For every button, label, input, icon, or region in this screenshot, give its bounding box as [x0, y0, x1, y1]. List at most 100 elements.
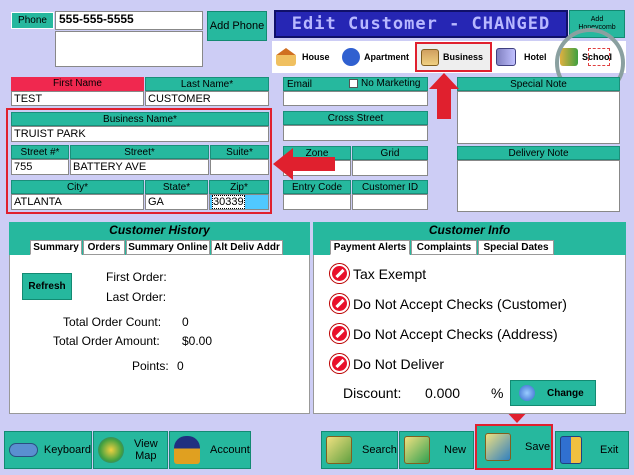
change-discount-button[interactable]: Change: [510, 380, 596, 406]
business-name-label: Business Name*: [11, 112, 269, 126]
account-icon: [174, 436, 200, 464]
apartment-icon: [342, 48, 360, 66]
page-title-text: Edit Customer - CHANGED: [291, 14, 551, 34]
search-button[interactable]: Search: [321, 431, 398, 469]
customer-id-label: Customer ID: [352, 180, 428, 194]
email-label: Email: [287, 79, 313, 90]
location-hotel-button[interactable]: Hotel: [496, 45, 556, 69]
alert-tax-exempt[interactable]: Tax Exempt: [330, 264, 426, 283]
add-phone-button[interactable]: Add Phone: [207, 11, 267, 41]
total-order-count-value: 0: [182, 315, 189, 329]
street-label: Street*: [70, 145, 209, 159]
zip-value: 30339: [212, 195, 245, 209]
tab-alt-deliv-addr[interactable]: Alt Deliv Addr: [211, 240, 283, 255]
cross-street-input[interactable]: [283, 125, 428, 141]
customer-history-title: Customer History: [9, 222, 310, 238]
location-apartment-button[interactable]: Apartment: [342, 45, 412, 69]
alert-label: Do Not Deliver: [353, 355, 445, 372]
phone-list[interactable]: [55, 31, 203, 67]
customer-id-input[interactable]: [352, 194, 428, 210]
location-apartment-label: Apartment: [364, 52, 410, 62]
no-icon: [330, 264, 349, 283]
tab-orders[interactable]: Orders: [83, 240, 125, 255]
points-value: 0: [177, 359, 184, 373]
save-label: Save: [525, 441, 551, 453]
tab-payment-alerts[interactable]: Payment Alerts: [330, 240, 410, 255]
special-note-input[interactable]: [457, 91, 620, 144]
zip-input[interactable]: 30339: [209, 194, 269, 210]
cross-street-label: Cross Street: [283, 111, 428, 125]
city-input[interactable]: ATLANTA: [11, 194, 144, 210]
view-map-line1: View: [134, 438, 158, 450]
exit-label: Exit: [600, 444, 619, 456]
total-order-amount-value: $0.00: [182, 334, 213, 348]
last-order-label: Last Order:: [106, 290, 167, 304]
alert-do-not-deliver[interactable]: Do Not Deliver: [330, 354, 444, 373]
tab-summary-online[interactable]: Summary Online: [126, 240, 210, 255]
first-name-label: First Name: [11, 77, 144, 91]
alert-label: Do Not Accept Checks (Customer): [353, 295, 567, 312]
search-icon: [326, 436, 352, 464]
search-label: Search: [362, 444, 397, 456]
zip-label: Zip*: [209, 180, 269, 194]
account-button[interactable]: Account: [169, 431, 251, 469]
view-map-label: View Map: [134, 438, 158, 462]
state-input[interactable]: GA: [145, 194, 208, 210]
customer-info-title: Customer Info: [313, 222, 626, 238]
keyboard-button[interactable]: Keyboard: [4, 431, 92, 469]
account-label: Account: [210, 444, 250, 456]
total-order-count-label: Total Order Count:: [63, 315, 162, 329]
delivery-note-input[interactable]: [457, 160, 620, 212]
arrow-up-annotation: [429, 73, 459, 119]
no-icon: [330, 354, 349, 373]
tab-summary[interactable]: Summary: [30, 240, 82, 255]
street-no-input[interactable]: 755: [11, 159, 69, 175]
alert-no-checks-address[interactable]: Do Not Accept Checks (Address): [330, 324, 558, 343]
location-business-button[interactable]: Business: [415, 42, 492, 72]
change-label: Change: [547, 387, 584, 399]
entry-code-input[interactable]: [283, 194, 351, 210]
save-button[interactable]: Save: [475, 424, 553, 470]
location-house-label: House: [302, 52, 330, 62]
location-house-button[interactable]: House: [276, 45, 336, 69]
keyboard-label: Keyboard: [43, 444, 91, 456]
house-icon: [276, 48, 296, 66]
alert-no-checks-customer[interactable]: Do Not Accept Checks (Customer): [330, 294, 567, 313]
new-icon: [404, 436, 430, 464]
exit-icon: [560, 436, 582, 464]
exit-button[interactable]: Exit: [555, 431, 629, 469]
suite-label: Suite*: [210, 145, 269, 159]
first-name-input[interactable]: TEST: [11, 91, 144, 106]
save-icon: [485, 433, 511, 461]
alert-label: Do Not Accept Checks (Address): [353, 325, 558, 342]
view-map-button[interactable]: View Map: [93, 431, 168, 469]
hotel-icon: [496, 48, 516, 66]
first-order-label: First Order:: [106, 270, 167, 284]
keyboard-icon: [9, 443, 38, 457]
business-name-input[interactable]: TRUIST PARK: [11, 126, 269, 142]
location-hotel-label: Hotel: [524, 52, 547, 62]
no-icon: [330, 294, 349, 313]
phone-input[interactable]: 555-555-5555: [55, 11, 203, 30]
points-label: Points:: [132, 359, 169, 373]
refresh-button[interactable]: Refresh: [22, 273, 72, 300]
globe-icon: [519, 385, 535, 401]
no-marketing-label: No Marketing: [361, 78, 421, 89]
new-button[interactable]: New: [399, 431, 474, 469]
suite-input[interactable]: [210, 159, 269, 175]
add-honeycomb-line1: Add: [590, 16, 604, 23]
last-name-input[interactable]: CUSTOMER: [145, 91, 269, 106]
tab-special-dates[interactable]: Special Dates: [478, 240, 554, 255]
arrow-left-annotation: [273, 148, 335, 180]
tab-complaints[interactable]: Complaints: [411, 240, 477, 255]
no-marketing-checkbox[interactable]: [349, 79, 358, 88]
email-input[interactable]: [283, 91, 428, 106]
entry-code-label: Entry Code: [283, 180, 351, 194]
state-label: State*: [145, 180, 208, 194]
no-icon: [330, 324, 349, 343]
street-no-label: Street #*: [11, 145, 69, 159]
grid-input[interactable]: [352, 160, 428, 176]
street-input[interactable]: BATTERY AVE: [70, 159, 209, 175]
total-order-amount-label: Total Order Amount:: [53, 334, 160, 348]
discount-label: Discount:: [343, 385, 402, 401]
